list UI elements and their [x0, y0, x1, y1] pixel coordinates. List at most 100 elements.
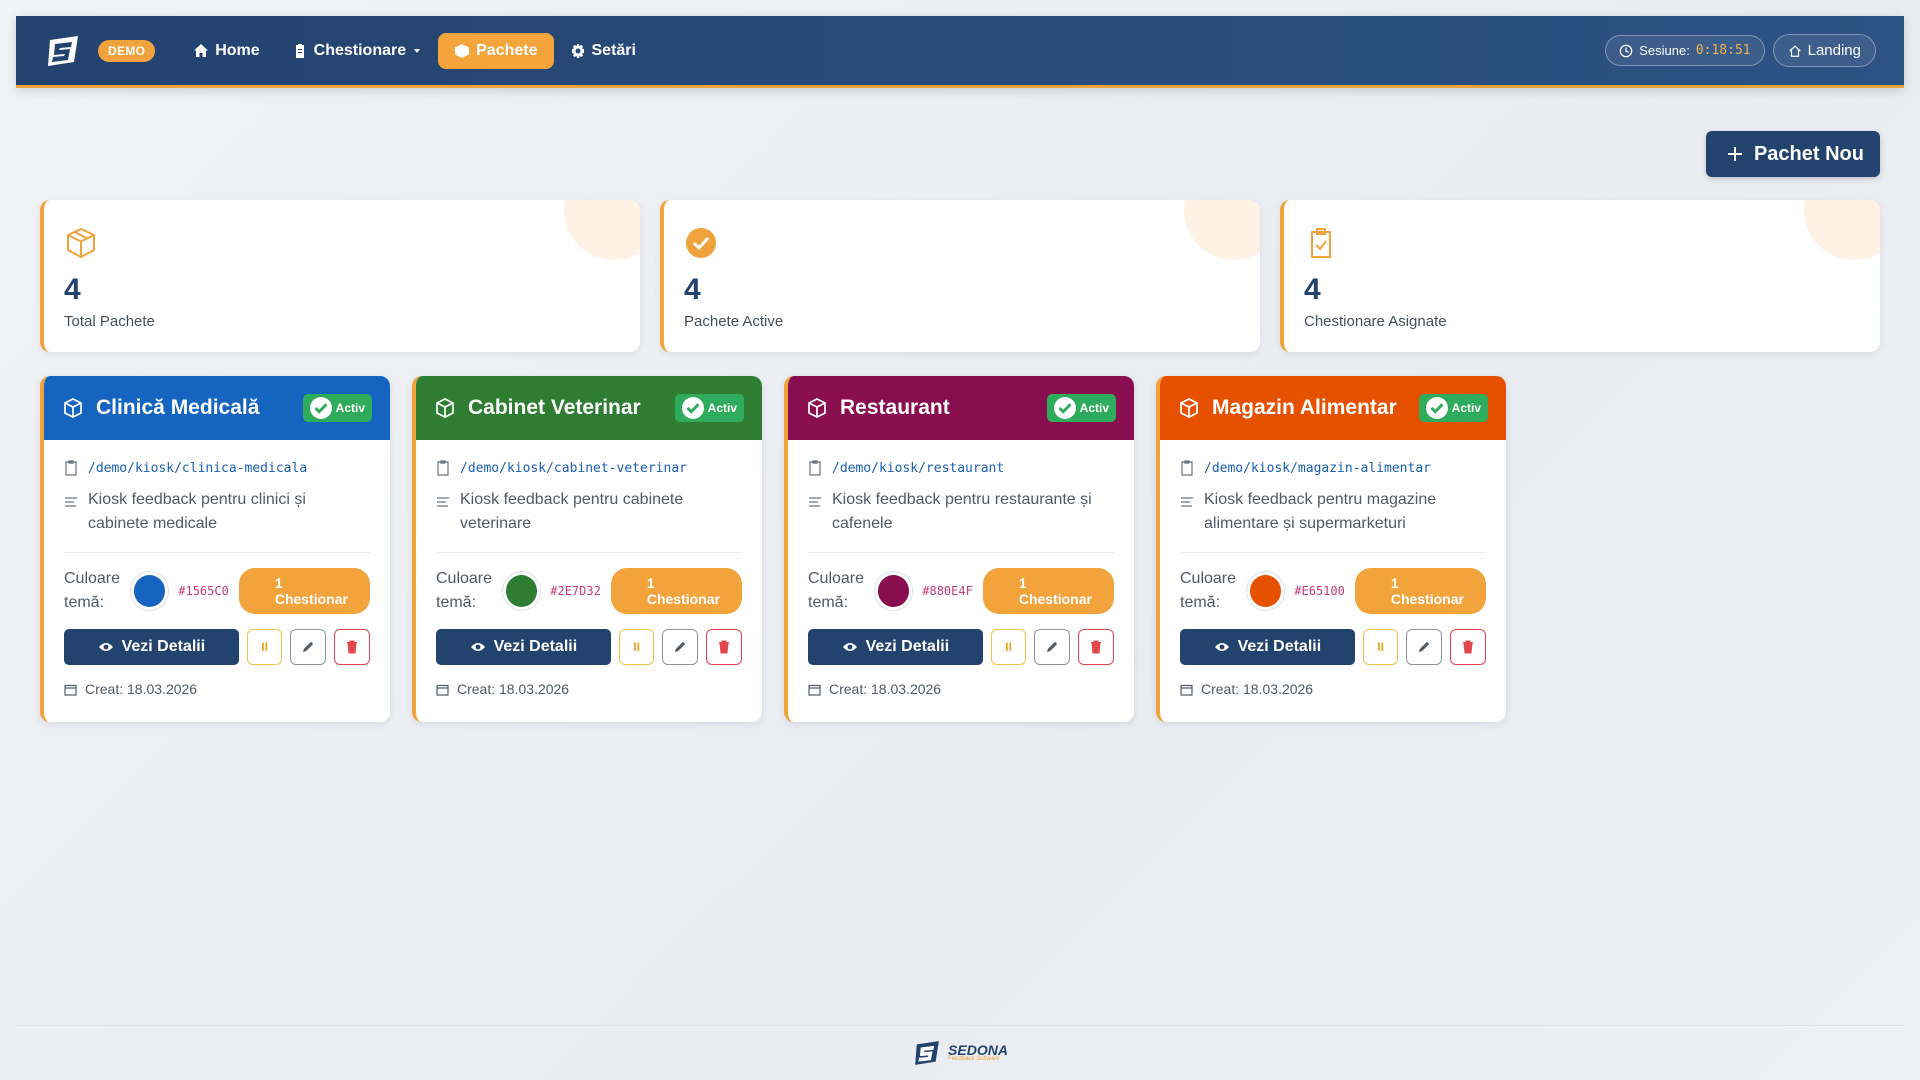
trash-icon [1091, 640, 1102, 654]
card-description: Kiosk feedback pentru cabinete veterinar… [460, 491, 684, 532]
delete-button[interactable] [334, 629, 370, 665]
card-description: Kiosk feedback pentru clinici și cabinet… [88, 491, 306, 532]
box-icon [455, 43, 470, 58]
color-hex: #E65100 [1294, 584, 1345, 598]
created-row: Creat: 18.03.2026 [64, 681, 370, 697]
edit-button[interactable] [1406, 629, 1443, 665]
clipboard-icon [65, 460, 77, 476]
card-description: Kiosk feedback pentru restaurante și caf… [832, 491, 1092, 532]
view-details-button[interactable]: Vezi Detalii [436, 629, 611, 665]
view-details-label: Vezi Detalii [121, 638, 206, 655]
pause-button[interactable]: II [246, 629, 283, 665]
landing-button[interactable]: Landing [1772, 34, 1876, 67]
questionnaire-count-badge: 1 Chestionar [238, 568, 370, 614]
new-package-button[interactable]: Pachet Nou [1705, 131, 1880, 177]
calendar-icon [1180, 684, 1193, 696]
nav-pachete[interactable]: Pachete [438, 32, 554, 69]
edit-button[interactable] [1034, 629, 1071, 665]
status-label: Activ [1079, 401, 1109, 415]
actions-row: Vezi Detalii II [64, 629, 370, 665]
check-circle-icon [1053, 397, 1076, 419]
edit-button[interactable] [662, 629, 699, 665]
stat-total-pachete: 4 Total Pachete [40, 200, 640, 352]
description-row: Kiosk feedback pentru cabinete veterinar… [436, 488, 742, 536]
questionnaire-count-badge: 1 Chestionar [610, 568, 742, 614]
clock-icon [1619, 44, 1633, 57]
theme-label: Culoare temă: [808, 570, 865, 611]
package-cards: Clinică Medicală Activ /demo/kiosk/clini… [40, 376, 1506, 722]
footer-tagline: Feedback Software [948, 1056, 1000, 1062]
nav-chestionare-dropdown[interactable]: Chestionare [276, 33, 438, 69]
nav-setari[interactable]: Setări [554, 33, 652, 69]
kiosk-path-link[interactable]: /demo/kiosk/magazin-alimentar [1204, 461, 1431, 476]
pencil-icon [1419, 641, 1430, 652]
box-outline-icon [64, 398, 82, 418]
card-body: /demo/kiosk/clinica-medicala Kiosk feedb… [44, 440, 390, 717]
chevron-down-icon [414, 48, 421, 53]
demo-badge: DEMO [98, 39, 156, 62]
divider [436, 552, 742, 553]
check-circle-icon [1425, 397, 1448, 419]
delete-button[interactable] [1450, 629, 1486, 665]
created-date: Creat: 18.03.2026 [457, 681, 570, 697]
nav-pachete-label: Pachete [476, 41, 538, 59]
session-label: Sesiune: [1639, 43, 1690, 58]
pause-icon: II [261, 640, 268, 654]
nav-home[interactable]: Home [177, 33, 275, 69]
check-circle-icon [681, 397, 704, 419]
delete-button[interactable] [706, 629, 742, 665]
status-label: Activ [707, 401, 737, 415]
created-row: Creat: 18.03.2026 [436, 681, 742, 697]
description-row: Kiosk feedback pentru magazine alimentar… [1180, 488, 1486, 536]
kiosk-path-link[interactable]: /demo/kiosk/restaurant [832, 461, 1004, 476]
card-description: Kiosk feedback pentru magazine alimentar… [1204, 491, 1437, 532]
theme-row: Culoare temă: #1565C0 1 Chestionar [64, 567, 370, 615]
pause-icon: II [1377, 640, 1384, 654]
pause-button[interactable]: II [990, 629, 1027, 665]
card-title: Magazin Alimentar [1212, 396, 1397, 419]
card-header: Cabinet Veterinar Activ [416, 376, 762, 440]
trash-icon [347, 640, 358, 654]
pencil-icon [303, 641, 314, 652]
package-card: Restaurant Activ /demo/kiosk/restaurant … [784, 376, 1134, 722]
view-details-button[interactable]: Vezi Detalii [808, 629, 983, 665]
divider [64, 552, 370, 553]
check-circle-icon [309, 397, 332, 419]
actions-row: Vezi Detalii II [436, 629, 742, 665]
nav-chestionare-label: Chestionare [313, 41, 407, 59]
pause-button[interactable]: II [618, 629, 655, 665]
top-navbar: DEMO Home Chestionare Pachete Setări Ses… [16, 16, 1904, 88]
view-details-label: Vezi Detalii [1237, 638, 1322, 655]
box-outline-icon [808, 398, 826, 418]
footer: SEDONA Feedback Software [16, 1025, 1904, 1080]
nav-setari-label: Setări [591, 41, 636, 59]
stat-chestionare-asignate: 4 Chestionare Asignate [1280, 200, 1880, 352]
divider [808, 552, 1114, 553]
status-badge: Activ [1418, 394, 1488, 422]
clipboard-check-icon [1311, 228, 1331, 258]
pause-button[interactable]: II [1362, 629, 1399, 665]
calendar-icon [64, 684, 77, 696]
kiosk-path-link[interactable]: /demo/kiosk/clinica-medicala [88, 461, 307, 476]
color-swatch [502, 572, 541, 610]
edit-button[interactable] [290, 629, 327, 665]
package-card: Cabinet Veterinar Activ /demo/kiosk/cabi… [412, 376, 762, 722]
stat-value: 4 [1304, 273, 1321, 306]
trash-icon [1463, 640, 1474, 654]
stat-label: Chestionare Asignate [1304, 313, 1447, 330]
color-swatch [874, 572, 913, 610]
view-details-button[interactable]: Vezi Detalii [64, 629, 239, 665]
gear-icon [571, 43, 584, 58]
card-title: Clinică Medicală [96, 396, 260, 419]
questionnaire-count-badge: 1 Chestionar [1354, 568, 1486, 614]
card-header: Magazin Alimentar Activ [1160, 376, 1506, 440]
status-badge: Activ [674, 394, 744, 422]
eye-icon [98, 643, 113, 651]
created-date: Creat: 18.03.2026 [829, 681, 942, 697]
view-details-button[interactable]: Vezi Detalii [1180, 629, 1355, 665]
app-logo[interactable] [44, 32, 82, 70]
theme-label: Culoare temă: [1180, 570, 1237, 611]
card-body: /demo/kiosk/magazin-alimentar Kiosk feed… [1160, 440, 1506, 717]
kiosk-path-link[interactable]: /demo/kiosk/cabinet-veterinar [460, 461, 687, 476]
delete-button[interactable] [1078, 629, 1114, 665]
